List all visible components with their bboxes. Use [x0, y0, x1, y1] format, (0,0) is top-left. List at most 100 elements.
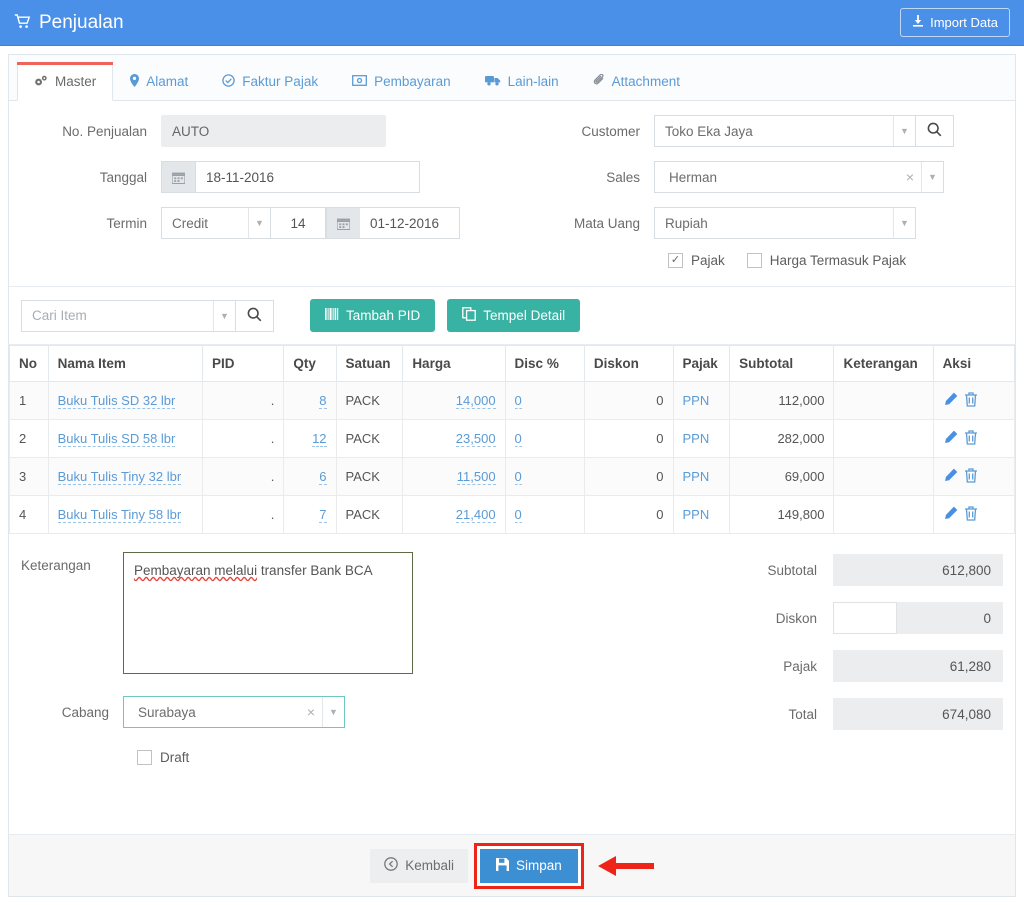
- customer-select[interactable]: Toko Eka Jaya ▼: [654, 115, 916, 147]
- harga-editable[interactable]: 21,400: [455, 507, 496, 523]
- cabang-select[interactable]: Surabaya × ▼: [123, 696, 345, 728]
- cari-item-select[interactable]: Cari Item ▼: [21, 299, 236, 332]
- tempel-detail-label: Tempel Detail: [483, 308, 566, 323]
- cell-no: 1: [9, 381, 49, 420]
- item-name-link[interactable]: Buku Tulis SD 32 lbr: [57, 393, 176, 409]
- item-name-link[interactable]: Buku Tulis SD 58 lbr: [57, 431, 176, 447]
- pencil-icon[interactable]: [943, 506, 958, 523]
- tambah-pid-button[interactable]: Tambah PID: [310, 299, 436, 332]
- trash-icon[interactable]: [964, 430, 978, 447]
- cell-diskon: 0: [583, 381, 674, 420]
- field-customer: Customer Toko Eka Jaya ▼: [526, 115, 1003, 147]
- cell-keterangan: [833, 381, 934, 420]
- pajak-checkbox-box[interactable]: ✓: [668, 253, 683, 268]
- qty-editable[interactable]: 12: [312, 431, 327, 447]
- bottom-section: Keterangan Pembayaran melalui transfer B…: [9, 534, 1015, 834]
- tab-pembayaran[interactable]: Pembayaran: [335, 61, 468, 101]
- tab-lain-lain[interactable]: Lain-lain: [468, 61, 576, 101]
- qty-editable[interactable]: 8: [319, 393, 327, 409]
- chevron-down-icon[interactable]: ▼: [213, 300, 235, 331]
- qty-editable[interactable]: 6: [319, 469, 327, 485]
- pencil-icon[interactable]: [943, 430, 958, 447]
- keterangan-textarea[interactable]: Pembayaran melalui transfer Bank BCA: [123, 552, 413, 674]
- chevron-down-icon[interactable]: ▼: [921, 162, 943, 192]
- item-toolbar: Cari Item ▼ Tambah PID Tempel Detail: [9, 287, 1015, 345]
- trash-icon[interactable]: [964, 468, 978, 485]
- tab-attachment[interactable]: Attachment: [576, 61, 697, 101]
- cell-nama-item: Buku Tulis Tiny 58 lbr: [47, 495, 204, 534]
- form-column-right: Customer Toko Eka Jaya ▼ Sales Herman × …: [512, 115, 1003, 268]
- trash-icon[interactable]: [964, 392, 978, 409]
- col-header-disc: Disc %: [504, 345, 585, 382]
- draft-checkbox-box[interactable]: [137, 750, 152, 765]
- pajak-link[interactable]: PPN: [683, 431, 710, 446]
- pajak-checkbox[interactable]: ✓ Pajak: [668, 253, 725, 268]
- cell-no: 4: [9, 495, 49, 534]
- chevron-down-icon[interactable]: ▼: [248, 208, 270, 238]
- import-data-button[interactable]: Import Data: [900, 8, 1010, 37]
- col-header-aksi: Aksi: [932, 345, 1016, 382]
- sales-value: Herman: [669, 169, 718, 185]
- disc-editable[interactable]: 0: [514, 393, 522, 409]
- tanggal-input[interactable]: [195, 161, 420, 193]
- chevron-down-icon[interactable]: ▼: [893, 208, 915, 238]
- harga-editable[interactable]: 14,000: [455, 393, 496, 409]
- disc-editable[interactable]: 0: [514, 469, 522, 485]
- qty-editable[interactable]: 7: [319, 507, 327, 523]
- tab-alamat-label: Alamat: [146, 74, 189, 89]
- chevron-down-icon[interactable]: ▼: [893, 116, 915, 146]
- import-data-label: Import Data: [930, 15, 998, 30]
- chevron-down-icon[interactable]: ▼: [322, 697, 344, 727]
- pencil-icon[interactable]: [943, 392, 958, 409]
- cari-item-search-button[interactable]: [236, 299, 274, 332]
- row-actions: [943, 506, 1005, 523]
- tab-faktur-pajak[interactable]: Faktur Pajak: [205, 61, 335, 101]
- trash-icon[interactable]: [964, 506, 978, 523]
- items-table-head: No Nama Item PID Qty Satuan Harga Disc %…: [9, 345, 1016, 382]
- tempel-detail-button[interactable]: Tempel Detail: [447, 299, 581, 332]
- customer-search-button[interactable]: [916, 115, 954, 147]
- item-name-link[interactable]: Buku Tulis Tiny 32 lbr: [57, 469, 182, 485]
- cell-harga: 11,500: [402, 457, 506, 496]
- save-disk-icon: [496, 857, 509, 874]
- simpan-button[interactable]: Simpan: [480, 848, 578, 883]
- termin-days-input[interactable]: [271, 207, 326, 239]
- items-table-header-row: No Nama Item PID Qty Satuan Harga Disc %…: [9, 345, 1016, 382]
- clear-x-icon[interactable]: ×: [300, 704, 322, 720]
- harga-termasuk-pajak-checkbox[interactable]: Harga Termasuk Pajak: [746, 253, 906, 268]
- disc-editable[interactable]: 0: [514, 431, 522, 447]
- tab-master[interactable]: Master: [17, 62, 114, 101]
- cell-no: 2: [9, 419, 49, 458]
- clear-x-icon[interactable]: ×: [899, 169, 921, 185]
- harga-editable[interactable]: 11,500: [456, 469, 496, 485]
- pajak-link[interactable]: PPN: [683, 393, 710, 408]
- calendar-icon[interactable]: [161, 161, 195, 193]
- item-name-link[interactable]: Buku Tulis Tiny 58 lbr: [57, 507, 182, 523]
- disc-editable[interactable]: 0: [514, 507, 522, 523]
- pencil-icon[interactable]: [943, 468, 958, 485]
- pajak-link[interactable]: PPN: [683, 507, 710, 522]
- paperclip-icon: [593, 73, 605, 89]
- draft-checkbox[interactable]: Draft: [137, 750, 189, 765]
- termin-calendar-icon[interactable]: [326, 207, 360, 239]
- tab-master-label: Master: [55, 74, 97, 89]
- total-value: 674,080: [832, 698, 1003, 730]
- harga-editable[interactable]: 23,500: [455, 431, 496, 447]
- diskon-input[interactable]: [832, 602, 897, 634]
- paste-icon: [462, 307, 477, 324]
- sales-select[interactable]: Herman × ▼: [654, 161, 944, 193]
- shopping-cart-icon: [14, 13, 31, 32]
- harga-termasuk-pajak-checkbox-box[interactable]: [746, 253, 762, 268]
- sales-label: Sales: [606, 169, 640, 185]
- col-header-diskon: Diskon: [583, 345, 674, 382]
- pajak-link[interactable]: PPN: [683, 469, 710, 484]
- kembali-button[interactable]: Kembali: [370, 848, 468, 883]
- cell-disc: 0: [504, 495, 585, 534]
- termin-type-select[interactable]: Credit ▼: [161, 207, 271, 239]
- mata-uang-select[interactable]: Rupiah ▼: [654, 207, 916, 239]
- tanggal-input-group[interactable]: [161, 161, 420, 193]
- tab-alamat[interactable]: Alamat: [113, 61, 205, 101]
- termin-due-date-input[interactable]: [360, 207, 460, 239]
- no-penjualan-input: [161, 115, 386, 147]
- col-header-qty: Qty: [283, 345, 337, 382]
